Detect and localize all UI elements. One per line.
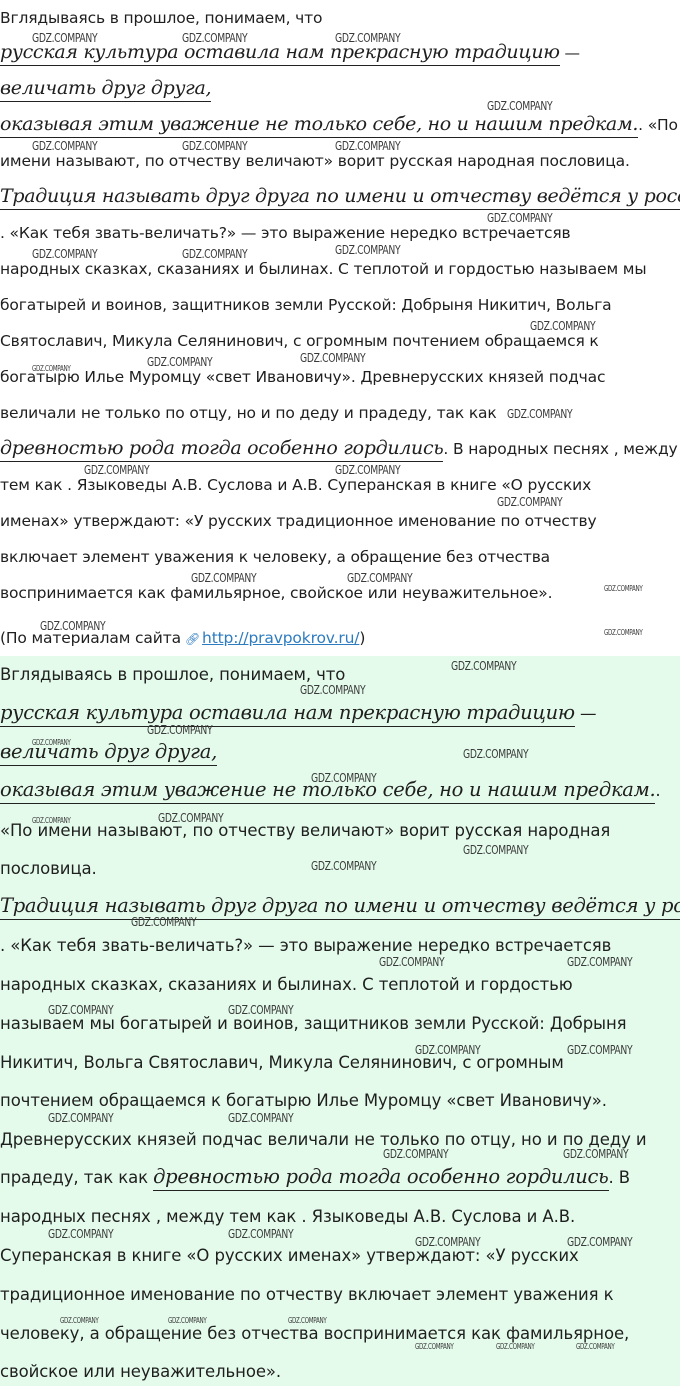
paragraph-line: величать друг друга, <box>0 740 217 766</box>
paragraph-line: русская культура оставила нам прекрасную… <box>0 41 580 66</box>
highlighted-phrase: древностью рода тогда особенно гордились <box>0 437 444 462</box>
paragraph-line: народных песнях , между тем как . Языков… <box>0 1207 576 1226</box>
highlighted-phrase: Традиция называть друг друга по имени и … <box>0 894 680 920</box>
paragraph-line: включает элемент уважения к человеку, а … <box>0 548 551 566</box>
paragraph-line: русская культура оставила нам прекрасную… <box>0 701 596 727</box>
paragraph-line: традиционное именование по отчеству вклю… <box>0 1285 614 1304</box>
paragraph-line: народных сказках, сказаниях и былинах. С… <box>0 260 647 278</box>
paragraph-line: Никитич, Вольга Святославич, Микула Селя… <box>0 1053 564 1072</box>
watermark: GDZ.COMPANY <box>507 406 573 421</box>
paragraph-line: Суперанская в книге «О русских именах» у… <box>0 1246 579 1265</box>
highlighted-phrase: оказывая этим уважение не только себе, н… <box>0 113 638 138</box>
paragraph-line: пословица. <box>0 859 97 878</box>
watermark: GDZ.COMPANY <box>300 350 366 365</box>
watermark: GDZ.COMPANY <box>228 1110 294 1125</box>
paragraph-line: оказывая этим уважение не только себе, н… <box>0 778 661 804</box>
watermark: GDZ.COMPANY <box>463 746 529 761</box>
paragraph-line: Традиция называть друг друга по имени и … <box>0 894 680 920</box>
watermark: GDZ.COMPANY <box>379 954 445 969</box>
paragraph-line: Вглядываясь в прошлое, понимаем, что <box>0 9 323 27</box>
link-icon: 🔗︎ <box>184 632 201 646</box>
highlighted-phrase: величать друг друга, <box>0 77 212 102</box>
paragraph-line: прадеду, так как древностью рода тогда о… <box>0 1165 630 1191</box>
paragraph-line: величать друг друга, <box>0 77 212 102</box>
paragraph-line: оказывая этим уважение не только себе, н… <box>0 113 678 138</box>
watermark: GDZ.COMPANY <box>487 98 553 113</box>
paragraph-line: богатырей и воинов, защитников земли Рус… <box>0 296 612 314</box>
paragraph-line: Традиция называть друг друга по имени и … <box>0 185 680 210</box>
paragraph-line: древностью рода тогда особенно гордились… <box>0 437 678 462</box>
paragraph-line: имени называют, по отчеству величают» во… <box>0 152 630 170</box>
watermark: GDZ.COMPANY <box>497 494 563 509</box>
paragraph-line: именах» утверждают: «У русских традицион… <box>0 512 597 530</box>
paragraph-line: богатырю Илье Муромцу «свет Ивановичу». … <box>0 368 606 386</box>
paragraph-line: . «Как тебя звать-величать?» — это выраж… <box>0 224 571 242</box>
paragraph-line: называем мы богатырей и воинов, защитник… <box>0 1014 627 1033</box>
watermark: GDZ.COMPANY <box>48 1226 114 1241</box>
paragraph-line: Вглядываясь в прошлое, понимаем, что <box>0 665 346 684</box>
watermark: GDZ.COMPANY <box>451 658 517 673</box>
watermark: GDZ.COMPANY <box>311 858 377 873</box>
paragraph-line: величали не только по отцу, но и по деду… <box>0 404 497 422</box>
watermark: GDZ.COMPANY <box>567 954 633 969</box>
answer-text-block: Вглядываясь в прошлое, понимаем, что рус… <box>0 656 680 1386</box>
watermark: GDZ.COMPANY <box>604 584 643 593</box>
paragraph-line: тем как . Языковеды А.В. Суслова и А.В. … <box>0 476 592 494</box>
watermark: GDZ.COMPANY <box>604 628 643 637</box>
watermark: GDZ.COMPANY <box>463 842 529 857</box>
paragraph-line: воспринимается как фамильярное, свойское… <box>0 584 553 602</box>
paragraph-line: . «Как тебя звать-величать?» — это выраж… <box>0 936 612 955</box>
paragraph-line: свойское или неуважительное». <box>0 1362 282 1381</box>
source-line: (По материалам сайта 🔗︎ http://pravpokrov.… <box>0 629 366 647</box>
highlighted-phrase: русская культура оставила нам прекрасную… <box>0 701 575 727</box>
paragraph-line: человеку, а обращение без отчества воспр… <box>0 1324 630 1343</box>
source-link[interactable]: http://pravpokrov.ru/ <box>202 629 360 647</box>
highlighted-phrase: древностью рода тогда особенно гордились <box>153 1165 609 1191</box>
original-text-block: Вглядываясь в прошлое, понимаем, что рус… <box>0 0 680 656</box>
watermark: GDZ.COMPANY <box>335 242 401 257</box>
highlighted-phrase: величать друг друга, <box>0 740 217 766</box>
highlighted-phrase: русская культура оставила нам прекрасную… <box>0 41 560 66</box>
watermark: GDZ.COMPANY <box>567 1042 633 1057</box>
watermark: GDZ.COMPANY <box>48 1110 114 1125</box>
paragraph-line: «По имени называют, по отчеству величают… <box>0 821 611 840</box>
paragraph-line: народных сказках, сказаниях и былинах. С… <box>0 975 573 994</box>
paragraph-line: почтением обращаемся к богатырю Илье Мур… <box>0 1091 607 1110</box>
paragraph-line: Святославич, Микула Селянинович, с огром… <box>0 332 599 350</box>
watermark: GDZ.COMPANY <box>228 1226 294 1241</box>
highlighted-phrase: Традиция называть друг друга по имени и … <box>0 185 680 210</box>
highlighted-phrase: оказывая этим уважение не только себе, н… <box>0 778 656 804</box>
paragraph-line: Древнерусских князей подчас величали не … <box>0 1130 647 1149</box>
